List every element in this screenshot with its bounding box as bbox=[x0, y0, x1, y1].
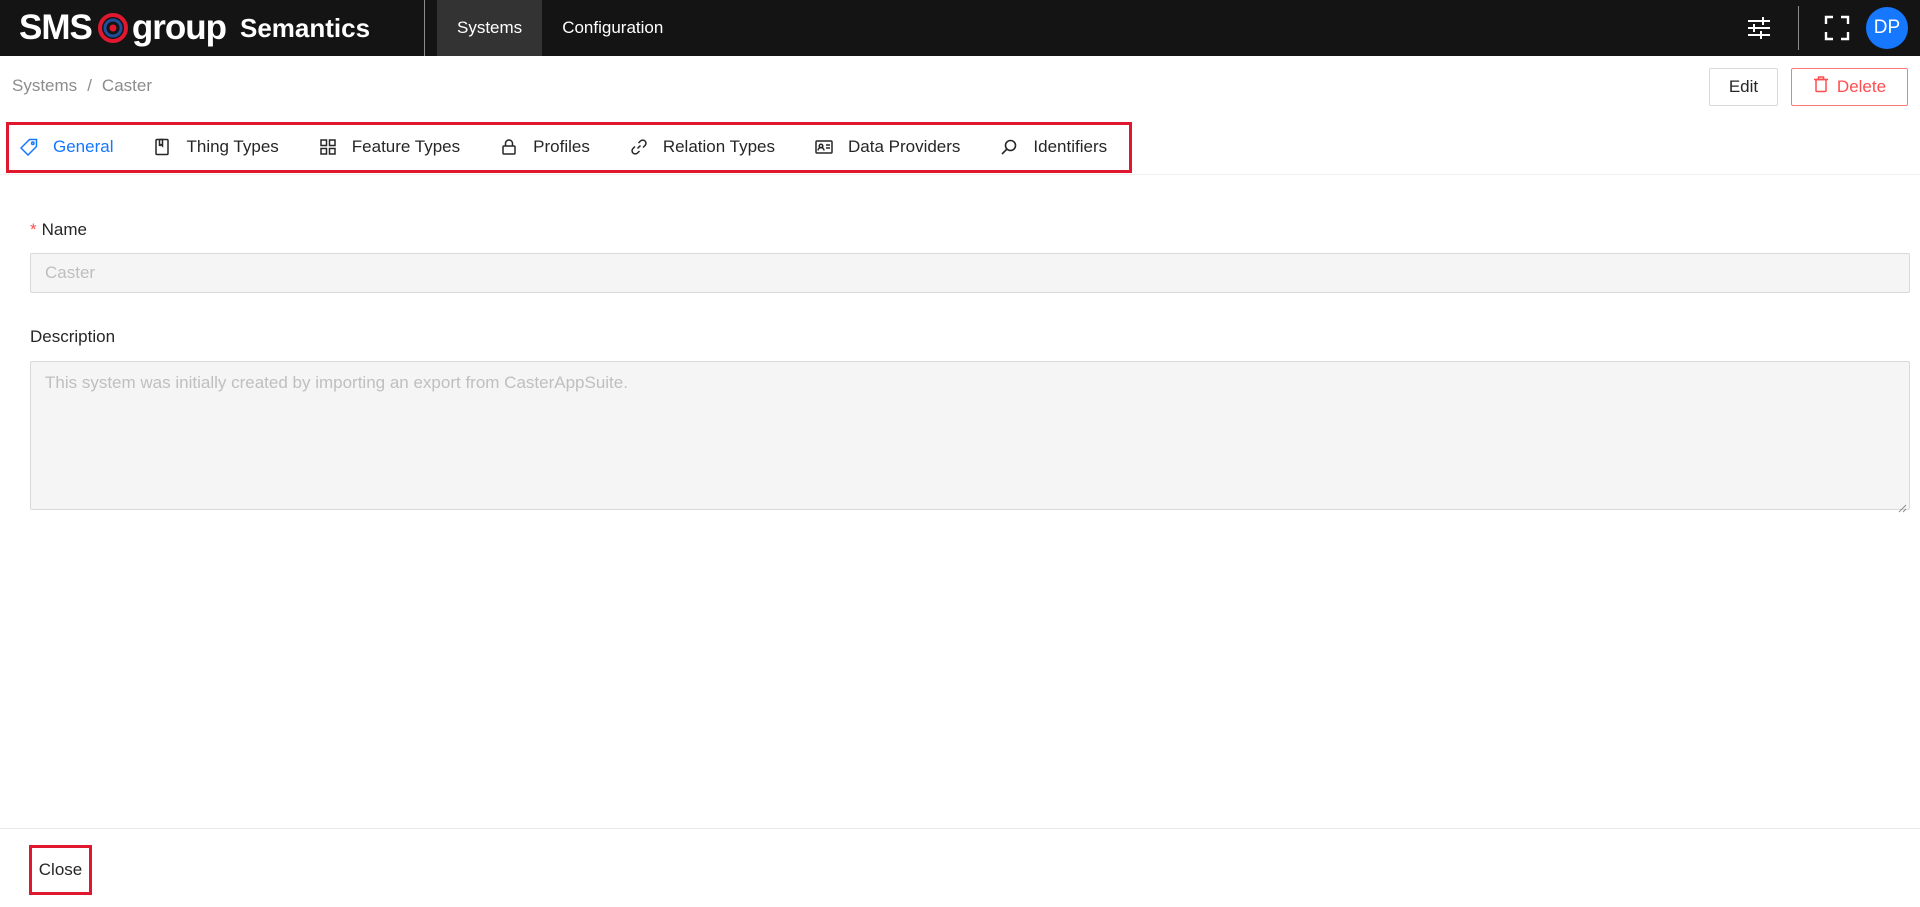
name-label-text: Name bbox=[41, 220, 87, 239]
top-bar: SMS group Semantics Systems Configuratio… bbox=[0, 0, 1920, 56]
tabs-divider bbox=[0, 174, 1920, 175]
link-icon bbox=[630, 138, 648, 156]
name-field[interactable]: Caster bbox=[30, 253, 1910, 293]
tab-data-providers[interactable]: Data Providers bbox=[815, 137, 960, 157]
nav-configuration[interactable]: Configuration bbox=[542, 0, 683, 56]
main-nav: Systems Configuration bbox=[437, 0, 683, 56]
appstore-icon bbox=[319, 138, 337, 156]
edit-button[interactable]: Edit bbox=[1709, 68, 1778, 106]
logo-sms-text: SMS bbox=[19, 8, 93, 47]
tab-relation-types-label: Relation Types bbox=[662, 137, 775, 156]
required-mark: * bbox=[30, 220, 37, 239]
tab-relation-types[interactable]: Relation Types bbox=[630, 137, 775, 157]
tab-general[interactable]: General bbox=[19, 137, 114, 157]
user-avatar[interactable]: DP bbox=[1866, 7, 1908, 49]
app-logo[interactable]: SMS group Semantics bbox=[19, 0, 370, 56]
tab-identifiers-label: Identifiers bbox=[1033, 137, 1108, 156]
tab-profiles-label: Profiles bbox=[533, 137, 590, 156]
search-icon bbox=[1000, 138, 1018, 156]
fullscreen-icon[interactable] bbox=[1823, 14, 1851, 42]
tab-thing-types[interactable]: Thing Types bbox=[153, 137, 279, 157]
tab-thing-types-label: Thing Types bbox=[186, 137, 279, 156]
header-divider-right bbox=[1798, 6, 1799, 50]
idcard-icon bbox=[815, 138, 833, 156]
product-name: Semantics bbox=[240, 12, 371, 43]
close-button-label: Close bbox=[38, 860, 83, 879]
lock-icon bbox=[500, 138, 518, 156]
nav-systems[interactable]: Systems bbox=[437, 0, 543, 56]
resize-handle-icon[interactable] bbox=[1897, 497, 1907, 513]
tab-data-providers-label: Data Providers bbox=[847, 137, 961, 156]
name-label: * Name bbox=[30, 220, 87, 240]
name-field-value: Caster bbox=[45, 263, 96, 282]
tab-feature-types-label: Feature Types bbox=[351, 137, 461, 156]
tab-profiles[interactable]: Profiles bbox=[500, 137, 590, 157]
delete-icon bbox=[1813, 76, 1829, 98]
delete-button[interactable]: Delete bbox=[1791, 68, 1908, 106]
tag-icon bbox=[19, 138, 38, 157]
edit-button-label: Edit bbox=[1728, 77, 1759, 96]
tab-bar: General Thing Types Feature Types Profil… bbox=[19, 125, 1147, 169]
breadcrumb-systems[interactable]: Systems bbox=[12, 76, 77, 96]
description-field[interactable]: This system was initially created by imp… bbox=[30, 361, 1910, 513]
sliders-icon[interactable] bbox=[1745, 14, 1773, 42]
tab-general-label: General bbox=[53, 137, 114, 156]
logo-group-text: group bbox=[131, 8, 227, 47]
close-button[interactable]: Close bbox=[29, 845, 92, 895]
logo-ring-icon bbox=[97, 13, 128, 43]
footer-divider bbox=[0, 828, 1920, 829]
breadcrumb-caster: Caster bbox=[101, 76, 152, 95]
description-label: Description bbox=[30, 327, 116, 346]
tab-feature-types[interactable]: Feature Types bbox=[319, 137, 460, 157]
description-field-value: This system was initially created by imp… bbox=[45, 373, 628, 392]
delete-button-label: Delete bbox=[1836, 77, 1887, 96]
tab-identifiers[interactable]: Identifiers bbox=[1000, 137, 1107, 157]
breadcrumb-separator: / bbox=[87, 76, 92, 95]
header-divider bbox=[424, 0, 425, 56]
book-icon bbox=[153, 138, 171, 156]
breadcrumb: Systems / Caster bbox=[12, 76, 152, 96]
